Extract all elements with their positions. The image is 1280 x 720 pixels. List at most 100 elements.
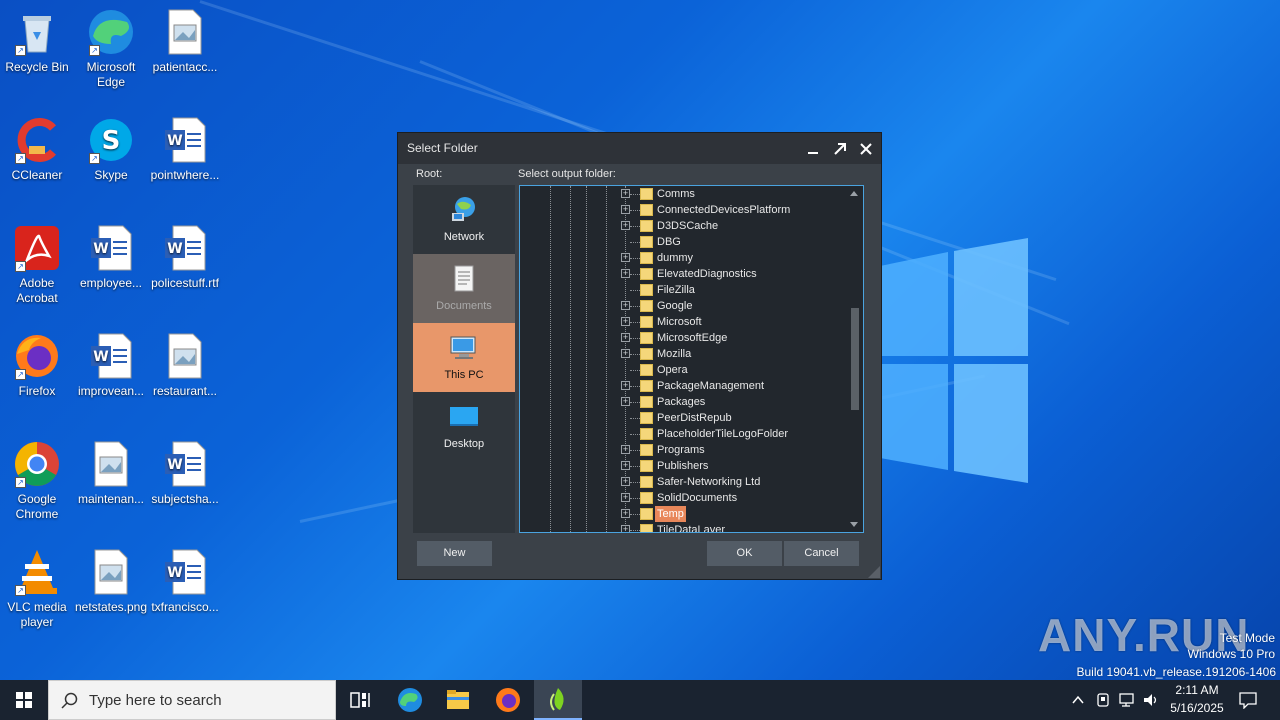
expand-icon[interactable]: + (621, 461, 630, 470)
desktop-icon-item[interactable]: ↗ Recycle Bin (0, 8, 74, 75)
dialog-title-bar[interactable]: Select Folder (398, 133, 881, 164)
image-file-icon (87, 548, 135, 596)
image-file-icon (161, 332, 209, 380)
expand-icon[interactable]: + (621, 349, 630, 358)
expand-icon[interactable]: + (621, 269, 630, 278)
desktop-icon-item[interactable]: ↗ CCleaner (0, 116, 74, 183)
scroll-thumb[interactable] (851, 308, 859, 410)
desktop-icon-item[interactable]: maintenan... (74, 440, 148, 507)
svg-text:W: W (167, 457, 182, 473)
folder-row[interactable]: + Google (520, 298, 845, 314)
network-icon (449, 195, 479, 225)
taskbar-active-app[interactable] (534, 680, 582, 720)
expand-icon[interactable]: + (621, 253, 630, 262)
folder-row[interactable]: + Mozilla (520, 346, 845, 362)
folder-row[interactable]: + Publishers (520, 458, 845, 474)
folder-row[interactable]: + ElevatedDiagnostics (520, 266, 845, 282)
root-item-network[interactable]: Network (413, 185, 515, 254)
close-icon[interactable] (856, 139, 876, 159)
expand-icon[interactable]: + (621, 317, 630, 326)
folder-row[interactable]: + D3DSCache (520, 218, 845, 234)
taskbar-edge[interactable] (386, 680, 434, 720)
desktop-icon-item[interactable]: netstates.png (74, 548, 148, 615)
expand-icon[interactable]: + (621, 189, 630, 198)
resize-grip-icon[interactable] (868, 566, 880, 578)
scroll-down-icon[interactable] (850, 522, 858, 527)
tree-connector (630, 386, 640, 387)
taskbar-firefox[interactable] (484, 680, 532, 720)
folder-row[interactable]: + PackageManagement (520, 378, 845, 394)
desktop-icon-label: txfrancisco... (151, 600, 219, 614)
network-status-icon[interactable] (1118, 692, 1136, 708)
folder-row[interactable]: + SolidDocuments (520, 490, 845, 506)
folder-row[interactable]: + MicrosoftEdge (520, 330, 845, 346)
cancel-button[interactable]: Cancel (784, 541, 859, 566)
expand-icon[interactable]: + (621, 445, 630, 454)
chevron-up-icon[interactable] (1071, 693, 1085, 707)
desktop-icon-item[interactable]: ↗ VLC media player (0, 548, 74, 630)
tree-scrollbar[interactable] (846, 186, 863, 532)
desktop-icon-item[interactable]: Wemployee... (74, 224, 148, 291)
desktop-icon-item[interactable]: Wsubjectsha... (148, 440, 222, 507)
folder-row[interactable]: DBG (520, 234, 845, 250)
folder-icon (447, 690, 469, 709)
new-button[interactable]: New (417, 541, 492, 566)
clock-time[interactable]: 2:11 AM (1164, 683, 1230, 697)
folder-row[interactable]: + Programs (520, 442, 845, 458)
folder-row[interactable]: + Packages (520, 394, 845, 410)
folder-row[interactable]: + Temp (520, 506, 845, 522)
device-icon[interactable] (1096, 692, 1110, 708)
root-item-this-pc[interactable]: This PC (413, 323, 515, 392)
root-item-documents[interactable]: Documents (413, 254, 515, 323)
notification-icon[interactable] (1238, 691, 1258, 709)
shortcut-arrow-icon: ↗ (89, 45, 100, 56)
expand-icon[interactable]: + (621, 205, 630, 214)
desktop-icon-item[interactable]: Wpolicestuff.rtf (148, 224, 222, 291)
volume-icon[interactable] (1142, 692, 1160, 708)
expand-icon[interactable]: + (621, 397, 630, 406)
expand-icon[interactable]: + (621, 301, 630, 310)
clock-date[interactable]: 5/16/2025 (1164, 701, 1230, 715)
folder-row[interactable]: Opera (520, 362, 845, 378)
expand-icon[interactable]: + (621, 509, 630, 518)
folder-row[interactable]: + ConnectedDevicesPlatform (520, 202, 845, 218)
expand-icon[interactable]: + (621, 381, 630, 390)
expand-icon[interactable]: + (621, 477, 630, 486)
task-view-button[interactable] (336, 680, 384, 720)
desktop-icon-item[interactable]: Wtxfrancisco... (148, 548, 222, 615)
desktop-icon-item[interactable]: patientacc... (148, 8, 222, 75)
folder-row[interactable]: + Safer-Networking Ltd (520, 474, 845, 490)
expand-icon[interactable]: + (621, 493, 630, 502)
folder-row[interactable]: PeerDistRepub (520, 410, 845, 426)
desktop-icon-item[interactable]: ↗ Adobe Acrobat (0, 224, 74, 306)
folder-row[interactable]: + Microsoft (520, 314, 845, 330)
desktop-icon-item[interactable]: ↗ Firefox (0, 332, 74, 399)
desktop-icon-item[interactable]: Wpointwhere... (148, 116, 222, 183)
folder-tree[interactable]: + Comms + ConnectedDevicesPlatform + D3DSCach… (519, 185, 864, 533)
taskbar-file-explorer[interactable] (434, 680, 482, 720)
desktop-icon-item[interactable]: S ↗ Skype (74, 116, 148, 183)
taskbar-search-box[interactable]: Type here to search (48, 680, 336, 720)
scroll-up-icon[interactable] (850, 191, 858, 196)
folder-row[interactable]: + TileDataLayer (520, 522, 845, 532)
folder-name: Mozilla (657, 348, 692, 360)
expand-icon[interactable]: + (621, 221, 630, 230)
expand-icon[interactable]: + (621, 525, 630, 532)
desktop-icon-item[interactable]: Wimprovean... (74, 332, 148, 399)
folder-row[interactable]: + Comms (520, 186, 845, 202)
ok-button[interactable]: OK (707, 541, 782, 566)
folder-name: Microsoft (657, 316, 702, 328)
folder-row[interactable]: FileZilla (520, 282, 845, 298)
maximize-icon[interactable] (830, 139, 850, 159)
folder-row[interactable]: + dummy (520, 250, 845, 266)
folder-row[interactable]: PlaceholderTileLogoFolder (520, 426, 845, 442)
root-item-desktop[interactable]: Desktop (413, 392, 515, 461)
desktop-icon-item[interactable]: restaurant... (148, 332, 222, 399)
expand-icon[interactable]: + (621, 333, 630, 342)
tree-connector (630, 194, 640, 195)
desktop-icon-item[interactable]: ↗ Microsoft Edge (74, 8, 148, 90)
desktop-icon-item[interactable]: ↗ Google Chrome (0, 440, 74, 522)
svg-text:W: W (167, 241, 182, 257)
start-button[interactable] (0, 680, 48, 720)
minimize-icon[interactable] (803, 139, 823, 159)
